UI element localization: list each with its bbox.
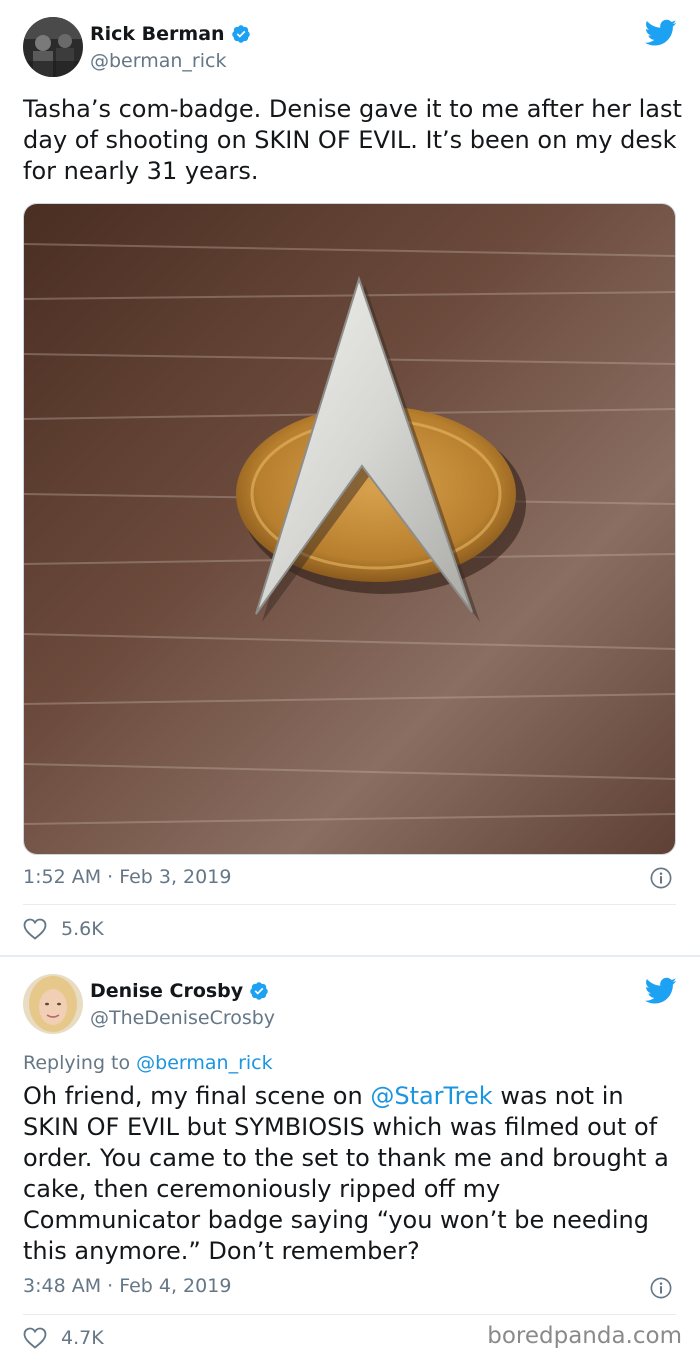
like-count: 5.6K xyxy=(61,918,104,940)
info-icon[interactable] xyxy=(650,867,672,889)
divider xyxy=(23,1314,676,1315)
avatar-photo xyxy=(23,974,83,1034)
verified-badge-icon xyxy=(231,25,250,43)
author-handle[interactable]: @berman_rick xyxy=(90,50,226,72)
author-handle[interactable]: @TheDeniseCrosby xyxy=(90,1007,275,1029)
timestamp[interactable]: 1:52 AM · Feb 3, 2019 xyxy=(23,866,231,888)
like-section[interactable]: 4.7K xyxy=(23,1327,104,1349)
tweet-photo[interactable] xyxy=(23,203,676,855)
author-name[interactable]: Denise Crosby xyxy=(90,980,243,1002)
replying-to-label: Replying to xyxy=(23,1052,137,1074)
divider xyxy=(23,904,676,905)
timestamp[interactable]: 3:48 AM · Feb 4, 2019 xyxy=(23,1275,231,1297)
watermark: boredpanda.com xyxy=(487,1323,682,1349)
replying-to-handle[interactable]: @berman_rick xyxy=(136,1052,272,1074)
heart-icon[interactable] xyxy=(23,918,47,940)
tweet-text: Oh friend, my final scene on @StarTrek w… xyxy=(23,1081,683,1267)
heart-icon[interactable] xyxy=(23,1327,47,1349)
mention-link[interactable]: @StarTrek xyxy=(370,1082,492,1110)
twitter-bird-icon[interactable] xyxy=(645,19,677,47)
info-icon[interactable] xyxy=(650,1277,672,1299)
avatar-photo xyxy=(23,17,83,77)
replying-to: Replying to @berman_rick xyxy=(23,1052,273,1074)
tweet-text-part-1: Oh friend, my final scene on xyxy=(23,1082,371,1110)
twitter-bird-icon[interactable] xyxy=(645,977,677,1005)
like-section[interactable]: 5.6K xyxy=(23,918,104,940)
like-count: 4.7K xyxy=(61,1327,104,1349)
tweet-text: Tasha’s com-badge. Denise gave it to me … xyxy=(23,95,682,185)
verified-badge-icon xyxy=(250,982,268,1000)
avatar[interactable] xyxy=(23,974,83,1034)
tweet-card-2: Denise Crosby @TheDeniseCrosby Replying … xyxy=(0,959,700,1367)
combadge-photo xyxy=(24,204,675,854)
tweet-card-1: Rick Berman @berman_rick Tasha’s com-bad… xyxy=(0,0,700,957)
author-name[interactable]: Rick Berman xyxy=(90,23,225,45)
avatar[interactable] xyxy=(23,17,83,77)
